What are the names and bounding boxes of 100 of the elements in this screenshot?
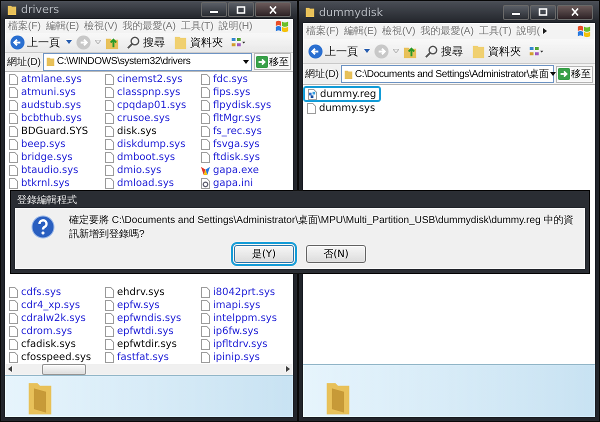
file-item[interactable]: cdr4_xp.sys <box>5 298 84 312</box>
file-item[interactable]: disk.sys <box>101 124 161 138</box>
maximize-icon <box>538 8 548 16</box>
file-item[interactable]: ftdisk.sys <box>197 150 264 164</box>
file-item[interactable]: btkrnl.sys <box>5 176 74 190</box>
menu-item[interactable]: 檔案(F) <box>8 18 41 33</box>
file-item[interactable]: cinemst2.sys <box>101 72 187 86</box>
file-item[interactable]: ehdrv.sys <box>101 286 169 299</box>
dialog-button[interactable]: 否(N) <box>306 245 366 263</box>
file-item[interactable]: fs_rec.sys <box>197 124 266 138</box>
file-icon <box>9 112 18 124</box>
file-item[interactable]: intelppm.sys <box>197 312 281 325</box>
file-item[interactable]: dmboot.sys <box>101 150 180 164</box>
file-item[interactable]: cpqdap01.sys <box>101 98 190 112</box>
file-item[interactable]: cfosspeed.sys <box>5 350 96 364</box>
menu-item[interactable]: 檔案(F) <box>306 24 339 38</box>
scroll-left-icon[interactable] <box>8 366 12 372</box>
file-icon <box>201 112 210 124</box>
file-item[interactable]: BDGuard.SYS <box>5 124 92 138</box>
chevron-icon[interactable] <box>542 28 547 34</box>
file-icon <box>9 86 18 98</box>
file-item[interactable]: ipinip.sys <box>197 350 264 364</box>
file-item[interactable]: gapa.ini <box>197 176 258 190</box>
search-button[interactable]: 搜尋 <box>124 34 167 50</box>
file-item[interactable]: fsvga.sys <box>197 138 264 151</box>
file-item[interactable]: epfwtdir.sys <box>101 338 181 351</box>
file-item[interactable]: i8042prt.sys <box>197 286 280 299</box>
scrollbar-thumb[interactable] <box>42 364 86 375</box>
file-icon <box>9 152 18 163</box>
dropdown-arrow-icon[interactable] <box>550 72 556 76</box>
dialog-button[interactable]: 是(Y) <box>234 245 294 263</box>
dropdown-arrow-icon[interactable] <box>243 60 249 64</box>
file-item[interactable]: epfwtdi.sys <box>101 324 178 338</box>
file-item[interactable]: fdc.sys <box>197 72 252 86</box>
file-item[interactable]: audstub.sys <box>5 98 86 112</box>
file-item[interactable]: ip6fw.sys <box>197 324 263 338</box>
file-item[interactable]: epfw.sys <box>101 298 164 312</box>
file-icon <box>201 100 210 111</box>
menu-item[interactable]: 說明(H) <box>218 18 252 33</box>
go-button[interactable]: 移至 <box>556 66 593 82</box>
file-item[interactable]: bcbthub.sys <box>5 112 86 125</box>
go-button[interactable]: 移至 <box>254 53 291 70</box>
menu-item[interactable]: 檢視(V) <box>382 24 416 38</box>
file-icon <box>105 178 114 189</box>
back-button[interactable]: 上一頁 <box>8 34 62 50</box>
file-item[interactable]: classpnp.sys <box>101 86 184 99</box>
file-item[interactable]: fltMgr.sys <box>197 112 265 125</box>
folders-button[interactable]: 資料夾 <box>171 34 225 50</box>
menu-item[interactable]: 編輯(E) <box>344 24 378 38</box>
file-item[interactable]: diskdump.sys <box>101 138 190 151</box>
file-item[interactable]: beep.sys <box>5 138 70 151</box>
file-icon <box>201 300 210 311</box>
search-icon <box>424 44 439 58</box>
colorful-app-icon <box>201 164 210 176</box>
menu-item[interactable]: 工具(T) <box>180 18 214 33</box>
file-item[interactable]: cdfs.sys <box>5 286 66 299</box>
file-item[interactable]: cfadisk.sys <box>5 338 80 351</box>
file-icon <box>9 138 18 150</box>
file-icon <box>9 326 18 337</box>
back-button[interactable]: 上一頁 <box>306 44 360 58</box>
file-item[interactable]: dmio.sys <box>101 164 166 177</box>
file-item[interactable]: crusoe.sys <box>101 112 174 125</box>
file-item[interactable]: fastfat.sys <box>101 350 173 364</box>
menu-item[interactable]: 工具(T) <box>478 24 512 38</box>
file-item[interactable]: epfwndis.sys <box>101 312 186 325</box>
file-item[interactable]: flpydisk.sys <box>197 98 276 112</box>
maximize-button[interactable] <box>228 2 254 18</box>
file-item[interactable]: dmload.sys <box>101 176 178 190</box>
menu-item[interactable]: 我的最愛(A) <box>122 18 176 33</box>
dialog-title: 登錄編輯程式 <box>17 194 77 206</box>
close-button[interactable] <box>255 2 291 18</box>
file-item[interactable]: gapa.exe <box>197 164 263 177</box>
minimize-button[interactable] <box>503 4 529 20</box>
file-item[interactable]: fips.sys <box>197 86 254 99</box>
search-button[interactable]: 搜尋 <box>422 44 465 58</box>
file-item[interactable]: btaudio.sys <box>5 164 82 177</box>
file-item[interactable]: imapi.sys <box>197 298 264 312</box>
menu-item[interactable]: 我的最愛(A) <box>420 24 474 38</box>
file-icon <box>201 152 210 163</box>
file-item[interactable]: bridge.sys <box>5 150 77 164</box>
file-item[interactable]: atmuni.sys <box>5 86 80 99</box>
file-item[interactable]: atmlane.sys <box>5 72 86 86</box>
folder-icon <box>344 68 353 80</box>
file-item[interactable]: ipfltdrv.sys <box>197 338 272 351</box>
menu-item[interactable]: 編輯(E) <box>46 18 80 33</box>
file-item[interactable]: dummy.sys <box>303 102 380 115</box>
horizontal-scrollbar[interactable] <box>5 364 293 375</box>
minimize-button[interactable] <box>201 2 227 18</box>
file-icon <box>105 338 114 350</box>
menu-item[interactable]: 說明( <box>516 24 540 38</box>
file-item[interactable]: cdralw2k.sys <box>5 312 90 325</box>
address-field[interactable]: C:\Documents and Settings\Administrator\桌面 <box>340 65 554 83</box>
folders-button[interactable]: 資料夾 <box>469 44 523 58</box>
file-item[interactable]: dummy.reg <box>303 86 382 102</box>
address-field[interactable]: C:\WINDOWS\system32\drivers <box>42 52 252 71</box>
maximize-button[interactable] <box>530 4 556 20</box>
menu-item[interactable]: 檢視(V) <box>84 18 118 33</box>
close-button[interactable] <box>557 4 593 20</box>
file-item[interactable]: cdrom.sys <box>5 324 76 338</box>
scroll-right-icon[interactable] <box>286 366 290 372</box>
